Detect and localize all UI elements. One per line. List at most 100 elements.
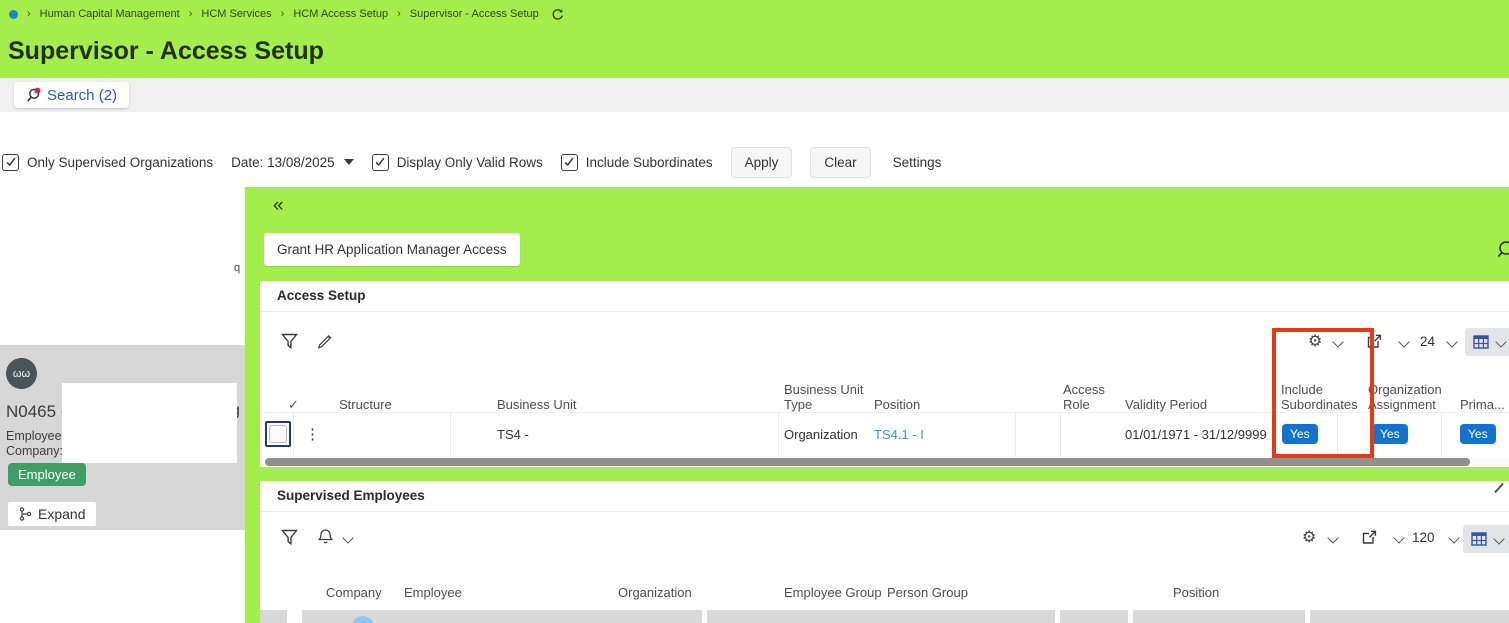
chevron-down-icon[interactable]	[342, 532, 354, 544]
table-header-row: ✓ Structure Business Unit Business Unit …	[260, 366, 1509, 412]
only-supervised-checkbox[interactable]	[2, 153, 19, 171]
redacted-text-fragment: q	[234, 262, 241, 274]
chevron-down-icon	[1495, 336, 1507, 348]
gear-icon[interactable]: ⚙	[1302, 529, 1316, 545]
table-row[interactable]: ⋮ TS4 - Organization TS4.1 - I 01/01/197…	[260, 412, 1509, 459]
column-position[interactable]: Position	[874, 397, 920, 412]
include-subordinates-checkbox[interactable]	[560, 153, 578, 171]
include-subordinates-checkbox-group: Include Subordinates	[560, 153, 713, 171]
column-select-all[interactable]: ✓	[288, 397, 299, 412]
settings-link[interactable]: Settings	[889, 155, 946, 170]
breadcrumb-item[interactable]: HCM Access Setup	[293, 8, 388, 20]
hierarchy-icon	[19, 507, 32, 521]
date-dropdown[interactable]: Date: 13/08/2025	[231, 155, 354, 170]
home-dot-icon[interactable]	[9, 9, 18, 19]
display-valid-checkbox-group: Display Only Valid Rows	[371, 153, 543, 171]
avatar-initials: ωω	[12, 367, 31, 380]
filter-icon[interactable]	[281, 529, 298, 546]
include-subordinates-badge: Yes	[1282, 424, 1318, 444]
refresh-icon[interactable]	[551, 8, 564, 21]
cell-business-unit-type: Organization	[784, 427, 858, 442]
employee-card: ωω N0465 - g Employee I Company: Employe…	[0, 345, 245, 530]
employee-avatar: ωω	[6, 358, 37, 389]
employee-avatar	[352, 616, 374, 623]
breadcrumb-item[interactable]: Human Capital Management	[40, 8, 180, 20]
breadcrumb-separator: ›	[27, 8, 31, 20]
display-valid-label: Display Only Valid Rows	[396, 154, 543, 170]
column-position[interactable]: Position	[1173, 585, 1219, 600]
checkmark-icon	[6, 157, 15, 167]
supervised-employees-panel: Supervised Employees ⚙ 120 Company Emplo…	[260, 481, 1509, 623]
edit-pencil-icon[interactable]	[317, 333, 334, 350]
row-menu-icon[interactable]: ⋮	[305, 425, 320, 443]
expand-button[interactable]: Expand	[8, 502, 97, 526]
table-header-row: Company Employee Organization Employee G…	[260, 575, 1509, 609]
caret-down-icon	[343, 159, 354, 165]
access-setup-title: Access Setup	[260, 281, 1509, 312]
export-icon[interactable]	[1366, 333, 1383, 350]
column-business-unit-type[interactable]: Business Unit Type	[784, 382, 866, 412]
only-supervised-label: Only Supervised Organizations	[27, 154, 214, 170]
breadcrumb-item-current: Supervisor - Access Setup	[409, 8, 539, 20]
table-grid-icon	[1473, 335, 1489, 349]
column-company[interactable]: Company	[326, 585, 382, 600]
column-organization[interactable]: Organization	[618, 585, 692, 600]
row-checkbox[interactable]	[265, 421, 291, 447]
only-supervised-checkbox-group: Only Supervised Organizations	[2, 153, 214, 171]
chevron-down-icon	[1493, 533, 1505, 545]
organization-assignment-badge: Yes	[1372, 424, 1408, 444]
search-button[interactable]: Search (2)	[14, 82, 130, 108]
date-label: Date: 13/08/2025	[231, 154, 335, 170]
employee-code: N0465 -	[6, 402, 67, 421]
column-person-group[interactable]: Person Group	[887, 585, 968, 600]
column-access-role[interactable]: Access Role	[1063, 382, 1115, 412]
clear-button[interactable]: Clear	[810, 146, 871, 178]
column-primary[interactable]: Prima...	[1460, 397, 1505, 412]
chevron-down-icon[interactable]	[1446, 336, 1458, 348]
cell-position-link[interactable]: TS4.1 - I	[874, 427, 924, 442]
breadcrumb: › Human Capital Management › HCM Service…	[0, 0, 1509, 28]
column-include-subordinates[interactable]: Include Subordinates	[1281, 382, 1373, 412]
table-row-partial[interactable]	[260, 610, 1509, 623]
grid-view-button[interactable]	[1465, 328, 1509, 356]
chevron-down-icon[interactable]	[1393, 532, 1405, 544]
bell-icon[interactable]	[317, 528, 334, 546]
horizontal-scrollbar[interactable]	[260, 457, 1509, 467]
column-employee-group[interactable]: Employee Group	[784, 585, 882, 600]
primary-badge: Yes	[1460, 424, 1496, 444]
filter-bar: Only Supervised Organizations Date: 13/0…	[0, 112, 1509, 187]
access-setup-panel: Access Setup ⚙ 24 ✓ Structure Business U…	[260, 281, 1509, 467]
page-size-value[interactable]: 120	[1412, 530, 1435, 545]
column-employee[interactable]: Employee	[404, 585, 462, 600]
grid-view-button[interactable]	[1463, 525, 1509, 553]
gear-icon[interactable]: ⚙	[1308, 333, 1322, 349]
breadcrumb-item[interactable]: HCM Services	[201, 8, 271, 20]
export-icon[interactable]	[1361, 529, 1378, 546]
filter-icon[interactable]	[281, 333, 298, 350]
chevron-down-icon[interactable]	[1327, 532, 1339, 544]
company-label: Company:	[6, 444, 63, 458]
chevron-down-icon[interactable]	[1332, 336, 1344, 348]
column-validity-period[interactable]: Validity Period	[1125, 397, 1207, 412]
employee-info-line: Employee I	[6, 429, 69, 443]
search-icon[interactable]	[1496, 240, 1509, 260]
apply-button[interactable]: Apply	[730, 146, 793, 178]
checkmark-icon	[375, 157, 385, 167]
checkmark-icon	[564, 157, 574, 167]
collapse-panel-icon[interactable]: «	[273, 195, 284, 217]
breadcrumb-separator: ›	[280, 8, 285, 20]
search-button-label: Search (2)	[47, 86, 118, 104]
column-structure[interactable]: Structure	[339, 397, 392, 412]
title-bar: Supervisor - Access Setup	[0, 28, 1509, 78]
app-window: › Human Capital Management › HCM Service…	[0, 0, 1509, 623]
chevron-down-icon[interactable]	[1398, 336, 1410, 348]
grant-access-button[interactable]: Grant HR Application Manager Access	[264, 233, 520, 266]
scrollbar-thumb[interactable]	[265, 458, 1470, 466]
main-content: « Grant HR Application Manager Access Ac…	[245, 187, 1509, 623]
chevron-down-icon[interactable]	[1448, 532, 1460, 544]
column-business-unit[interactable]: Business Unit	[497, 397, 576, 412]
page-size-value[interactable]: 24	[1420, 334, 1435, 349]
column-organization-assignment[interactable]: Organization Assignment	[1368, 382, 1460, 412]
employee-status-badge: Employee	[8, 463, 86, 486]
display-valid-checkbox[interactable]	[371, 153, 389, 171]
